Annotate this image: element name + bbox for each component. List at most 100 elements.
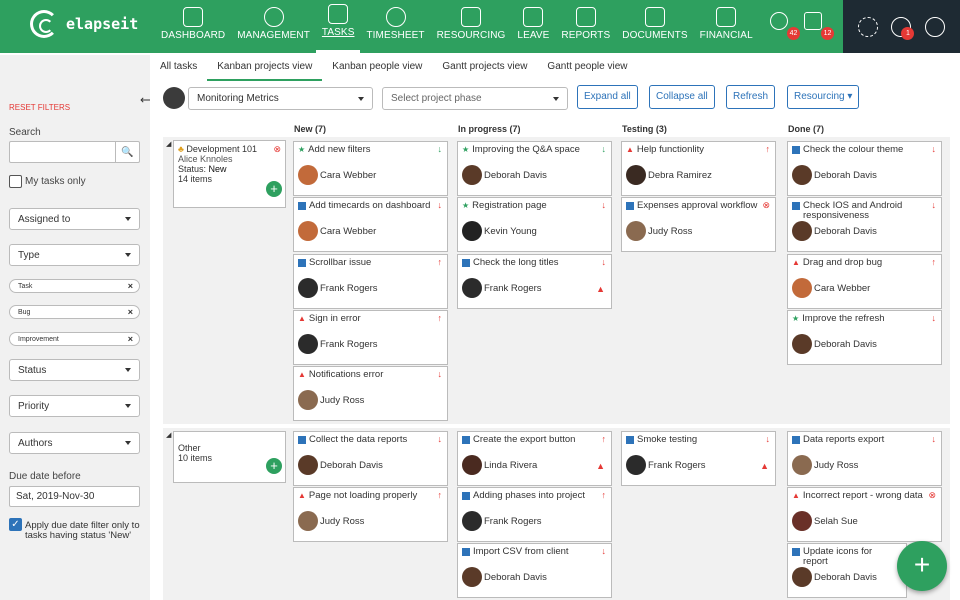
tab-kanban-people[interactable]: Kanban people view	[322, 55, 432, 81]
user-icon[interactable]	[925, 16, 946, 37]
collapse-all-button[interactable]: Collapse all	[649, 85, 715, 109]
tab-gantt-projects[interactable]: Gantt projects view	[432, 55, 537, 81]
bug-type-icon: ▲	[792, 491, 800, 500]
avatar	[792, 334, 812, 354]
reset-filters-link[interactable]: RESET FILTERS	[9, 103, 70, 112]
chart-icon	[575, 7, 596, 27]
remove-tag-icon[interactable]: ×	[128, 334, 133, 344]
card-title: Check IOS and Android responsiveness	[792, 201, 925, 221]
assignee-name: Kevin Young	[484, 226, 537, 237]
avatar	[792, 221, 812, 241]
column-testing: Testing (3)	[622, 124, 667, 134]
add-fab-button[interactable]: +	[897, 541, 947, 591]
project-card-development-101[interactable]: ♣ Development 101 Alice Knnoles Status: …	[173, 140, 286, 208]
chevron-down-icon	[358, 97, 364, 101]
task-card[interactable]: Smoke testing ↓ Frank Rogers ▲	[621, 431, 776, 486]
type-tag-improvement: Improvement ×	[9, 332, 140, 346]
task-card[interactable]: ★ Add new filters ↓ Cara Webber	[293, 141, 448, 196]
priority-select[interactable]: Priority	[9, 395, 140, 417]
tab-gantt-people[interactable]: Gantt people view	[537, 55, 637, 81]
document-icon	[644, 7, 665, 27]
authors-select[interactable]: Authors	[9, 432, 140, 454]
task-card[interactable]: Scrollbar issue ↑ Frank Rogers	[293, 254, 448, 309]
task-card[interactable]: ▲ Page not loading properly ↑ Judy Ross	[293, 487, 448, 542]
nav-timesheet[interactable]: TIMESHEET	[360, 0, 430, 53]
task-card[interactable]: Check IOS and Android responsiveness ↓ Deb…	[787, 197, 942, 252]
priority-icon: ↑	[765, 144, 771, 154]
task-card[interactable]: Data reports export ↓ Judy Ross	[787, 431, 942, 486]
nav-reports[interactable]: REPORTS	[555, 0, 616, 53]
app-logo[interactable]: elapseit	[30, 10, 138, 38]
calendar-alert[interactable]: 12	[804, 12, 834, 40]
nav-financial[interactable]: FINANCIAL	[694, 0, 759, 53]
tab-kanban-projects[interactable]: Kanban projects view	[207, 55, 323, 81]
main-nav: DASHBOARD MANAGEMENT TASKS TIMESHEET RES…	[155, 0, 759, 53]
add-task-button[interactable]: +	[266, 181, 282, 197]
task-type-icon	[298, 259, 306, 267]
lane-collapse-icon[interactable]: ◢	[166, 431, 171, 439]
nav-dashboard[interactable]: DASHBOARD	[155, 0, 231, 53]
task-card[interactable]: Import CSV from client ↓ Deborah Davis	[457, 543, 612, 598]
card-title: Check the colour theme	[792, 145, 925, 155]
task-card[interactable]: Adding phases into project ↑ Frank Rogers	[457, 487, 612, 542]
apply-due-date-checkbox[interactable]: ✓	[9, 518, 22, 531]
task-type-icon	[792, 436, 800, 444]
add-task-button[interactable]: +	[266, 458, 282, 474]
task-card[interactable]: ★ Registration page ↓ Kevin Young	[457, 197, 612, 252]
task-card[interactable]: ▲ Sign in error ↑ Frank Rogers	[293, 310, 448, 365]
task-card[interactable]: ▲ Incorrect report - wrong data ⊗ Selah Sue	[787, 487, 942, 542]
task-card[interactable]: ▲ Help functionlity ↑ Debra Ramirez	[621, 141, 776, 196]
task-card[interactable]: Expenses approval workflow ⊗ Judy Ross	[621, 197, 776, 252]
task-card[interactable]: ▲ Notifications error ↓ Judy Ross	[293, 366, 448, 421]
my-tasks-checkbox[interactable]	[9, 175, 22, 188]
assignee-name: Cara Webber	[814, 283, 871, 294]
timer-alert[interactable]: 42	[770, 12, 800, 40]
task-card[interactable]: Check the colour theme ↓ Deborah Davis	[787, 141, 942, 196]
tasks-icon	[328, 4, 349, 24]
task-card[interactable]: Add timecards on dashboard ↓ Cara Webber	[293, 197, 448, 252]
project-phase-select[interactable]: Select project phase	[382, 87, 568, 110]
gear-icon[interactable]	[857, 16, 878, 37]
priority-icon: ↓	[601, 546, 607, 556]
avatar	[792, 455, 812, 475]
expand-all-button[interactable]: Expand all	[577, 85, 638, 109]
priority-icon: ↓	[601, 144, 607, 154]
task-card[interactable]: Update icons for report Deborah Davis	[787, 543, 907, 598]
status-select[interactable]: Status	[9, 359, 140, 381]
chevron-down-icon	[125, 368, 131, 372]
nav-leave[interactable]: LEAVE	[511, 0, 555, 53]
task-card[interactable]: ▲ Drag and drop bug ↑ Cara Webber	[787, 254, 942, 309]
type-select[interactable]: Type	[9, 244, 140, 266]
help-icon[interactable]: 1	[891, 16, 915, 40]
nav-tasks[interactable]: TASKS	[315, 0, 361, 53]
task-card[interactable]: Create the export button ↑ Linda Rivera ▲	[457, 431, 612, 486]
due-date-input[interactable]: Sat, 2019-Nov-30	[9, 486, 140, 507]
improvement-type-icon: ★	[462, 145, 470, 154]
task-card[interactable]: ★ Improving the Q&A space ↓ Deborah Davis	[457, 141, 612, 196]
assigned-to-select[interactable]: Assigned to	[9, 208, 140, 230]
task-card[interactable]: Collect the data reports ↓ Deborah Davis	[293, 431, 448, 486]
remove-tag-icon[interactable]: ×	[128, 307, 133, 317]
tab-all-tasks[interactable]: All tasks	[150, 55, 207, 81]
assignee-name: Frank Rogers	[648, 460, 706, 471]
lane-collapse-icon[interactable]: ◢	[166, 140, 171, 148]
project-select[interactable]: Monitoring Metrics	[188, 87, 373, 110]
assignee-name: Selah Sue	[814, 516, 858, 527]
project-card-other[interactable]: Other 10 items +	[173, 431, 286, 483]
nav-documents[interactable]: DOCUMENTS	[616, 0, 693, 53]
avatar	[462, 455, 482, 475]
priority-icon: ↓	[931, 144, 937, 154]
nav-management[interactable]: MANAGEMENT	[231, 0, 316, 53]
task-card[interactable]: Check the long titles ↓ Frank Rogers ▲	[457, 254, 612, 309]
refresh-button[interactable]: Refresh	[726, 85, 776, 109]
search-input[interactable]: 🔍	[9, 141, 140, 163]
search-icon[interactable]: 🔍	[115, 142, 139, 162]
assignee-name: Cara Webber	[320, 170, 377, 181]
nav-resourcing[interactable]: RESOURCING	[431, 0, 512, 53]
assignee-name: Linda Rivera	[484, 460, 538, 471]
task-card[interactable]: ★ Improve the refresh ↓ Deborah Davis	[787, 310, 942, 365]
top-navbar: elapseit DASHBOARD MANAGEMENT TASKS TIME…	[0, 0, 960, 53]
improvement-type-icon: ★	[298, 145, 306, 154]
resourcing-button[interactable]: Resourcing ▾	[787, 85, 860, 109]
remove-tag-icon[interactable]: ×	[128, 281, 133, 291]
